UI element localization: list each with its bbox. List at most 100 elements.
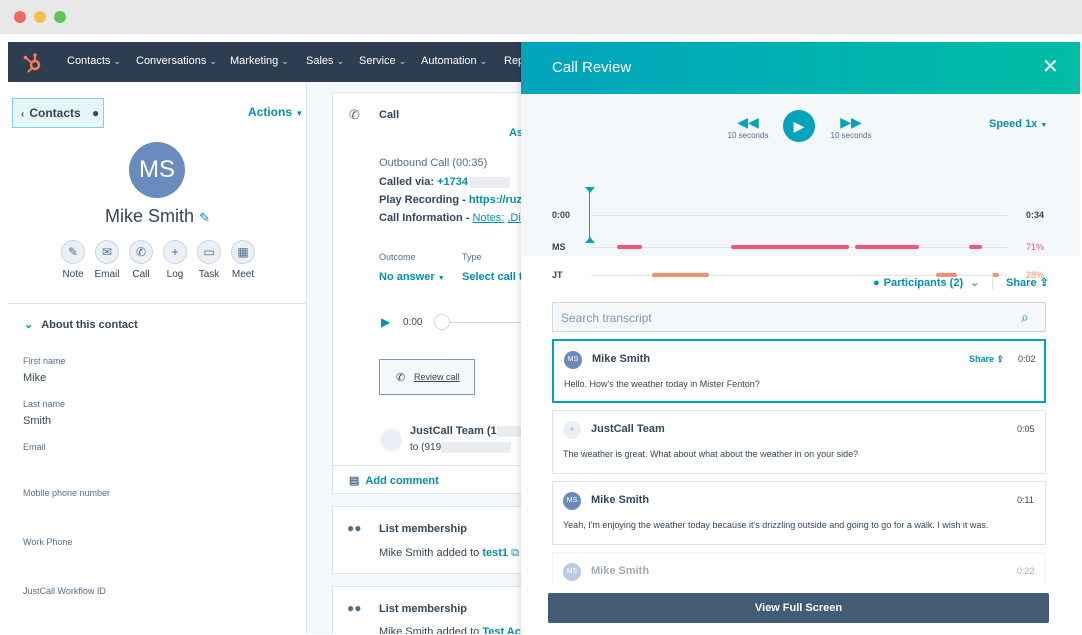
email-icon: ✉ — [95, 240, 119, 264]
skip-forward-button[interactable]: ▶▶ 10 seconds — [826, 114, 876, 140]
log-action[interactable]: + Log — [158, 240, 192, 280]
recording-link[interactable]: https://ruzg — [469, 194, 529, 206]
chevron-left-icon: ‹ — [21, 109, 25, 120]
share-icon: ⇪ — [1039, 277, 1049, 289]
avatar: MS — [564, 351, 582, 369]
entry-timestamp[interactable]: 0:11 — [1017, 495, 1034, 505]
close-window-button[interactable] — [14, 11, 26, 23]
meet-action[interactable]: ▦ Meet — [226, 240, 260, 280]
share-entry-button[interactable]: Share ⇪ — [969, 354, 1004, 365]
avatar: ● — [563, 421, 581, 439]
chevron-down-icon: ⌄ — [113, 56, 121, 66]
review-call-label: Review call — [414, 372, 460, 382]
view-full-screen-button[interactable]: View Full Screen — [548, 593, 1049, 623]
nav-sales[interactable]: Sales ⌄ — [306, 55, 344, 67]
minimize-window-button[interactable] — [34, 11, 46, 23]
task-icon: ▭ — [197, 240, 221, 264]
speaker-track-label: JT — [552, 270, 563, 280]
transcript-entry[interactable]: ● JustCall Team 0:05 The weather is grea… — [552, 410, 1046, 474]
task-action[interactable]: ▭ Task — [192, 240, 226, 280]
speech-segment[interactable] — [617, 245, 642, 249]
speech-segment[interactable] — [969, 245, 982, 249]
external-link-icon[interactable]: ⧉ — [511, 547, 519, 559]
field-value-first-name[interactable]: Mike — [23, 372, 46, 384]
transcript-entry[interactable]: MS Mike Smith Share ⇪ 0:02 Hello. How's … — [552, 339, 1046, 403]
entry-text: Yeah, I'm enjoying the weather today bec… — [563, 520, 989, 530]
call-review-header: Call Review ✕ — [521, 42, 1080, 94]
transcript-entry[interactable]: MS Mike Smith 0:11 Yeah, I'm enjoying th… — [552, 481, 1046, 545]
call-title: Call — [379, 109, 400, 121]
entry-timestamp[interactable]: 0:05 — [1017, 424, 1035, 434]
caller-team: JustCall Team (1 — [410, 425, 537, 437]
speaker-name: Mike Smith — [591, 565, 650, 577]
nav-service[interactable]: Service ⌄ — [359, 55, 406, 67]
speech-segment[interactable] — [652, 273, 709, 277]
play-icon[interactable]: ▶ — [381, 315, 390, 329]
top-nav: Contacts ⌄ Conversations ⌄ Marketing ⌄ Sale… — [8, 42, 528, 82]
caret-down-icon: ▼ — [437, 275, 445, 282]
participants-dropdown[interactable]: ● Participants (2) ⌄ — [873, 276, 979, 289]
skip-back-button[interactable]: ◀◀ 10 seconds — [723, 114, 773, 140]
close-icon[interactable]: ✕ — [1042, 54, 1059, 79]
play-recording-row: Play Recording - https://ruzg — [379, 194, 529, 206]
actions-dropdown[interactable]: Actions ▼ — [248, 105, 303, 119]
nav-automation[interactable]: Automation ⌄ — [421, 55, 487, 67]
back-to-contacts-button[interactable]: ‹ Contacts ● — [12, 98, 104, 128]
speed-dropdown[interactable]: Speed 1x ▼ — [989, 118, 1047, 130]
call-review-panel: Call Review ✕ ◀◀ 10 seconds ▶ ▶▶ 10 seco… — [521, 42, 1080, 634]
nav-contacts[interactable]: Contacts ⌄ — [67, 55, 121, 67]
review-call-button[interactable]: ✆ Review call — [379, 359, 475, 395]
list-link[interactable]: test1 — [482, 547, 508, 559]
divider — [8, 303, 307, 304]
entry-timestamp[interactable]: 0:22 — [1017, 566, 1035, 576]
phone-review-icon: ✆ — [396, 372, 406, 384]
phone-icon: ✆ — [129, 240, 153, 264]
audio-scrubber-handle[interactable] — [434, 314, 450, 330]
avatar: MS — [129, 142, 185, 198]
note-action[interactable]: ✎ Note — [56, 240, 90, 280]
window-titlebar — [0, 0, 1082, 34]
share-button[interactable]: Share ⇪ — [1006, 276, 1049, 289]
chevron-down-icon: ⌄ — [398, 56, 407, 66]
type-dropdown[interactable]: Select call ty — [462, 271, 529, 283]
hubspot-logo-icon[interactable] — [22, 52, 44, 74]
entry-text: The weather is great. What about what ab… — [563, 449, 859, 459]
pencil-icon[interactable]: ✎ — [199, 210, 210, 225]
add-comment-button[interactable]: ▤ Add comment — [349, 474, 439, 487]
caller-target: to (919 — [410, 442, 512, 453]
call-action[interactable]: ✆ Call — [124, 240, 158, 280]
chevron-down-icon: ⌄ — [336, 56, 345, 66]
nav-marketing[interactable]: Marketing ⌄ — [230, 55, 289, 67]
audio-player: ◀◀ 10 seconds ▶ ▶▶ 10 seconds Speed 1x ▼… — [521, 94, 1080, 280]
speaker-name: JustCall Team — [591, 423, 665, 435]
speaker-track-label: MS — [552, 242, 566, 252]
speaker-name: Mike Smith — [592, 353, 651, 365]
playhead[interactable] — [589, 189, 590, 241]
outcome-label: Outcome — [379, 252, 416, 262]
field-label-work-phone: Work Phone — [23, 537, 73, 547]
play-button[interactable]: ▶ — [783, 110, 815, 142]
speech-segment[interactable] — [855, 245, 919, 249]
field-label-email: Email — [23, 442, 46, 452]
notes-link[interactable]: Notes: — [473, 212, 505, 224]
entry-timestamp[interactable]: 0:02 — [1018, 354, 1036, 364]
calendar-icon: ▦ — [231, 240, 255, 264]
outcome-dropdown[interactable]: No answer ▼ — [379, 271, 445, 283]
speaker-talk-percent: 71% — [1026, 242, 1045, 252]
speech-segment[interactable] — [731, 245, 849, 249]
list-link[interactable]: Test Ac — [482, 626, 521, 634]
list-membership-card: ●● List membership Mike Smith added to T… — [332, 586, 532, 634]
speaker-name: Mike Smith — [591, 494, 650, 506]
caret-down-icon: ▼ — [1040, 122, 1048, 129]
nav-conversations[interactable]: Conversations ⌄ — [136, 55, 217, 67]
speech-segment[interactable] — [992, 273, 999, 277]
maximize-window-button[interactable] — [54, 11, 66, 23]
search-icon[interactable]: ⌕ — [1021, 309, 1029, 326]
search-transcript-input[interactable]: Search transcript ⌕ — [552, 302, 1046, 332]
people-icon: ●● — [347, 601, 362, 615]
plus-icon: + — [163, 240, 187, 264]
email-action[interactable]: ✉ Email — [90, 240, 124, 280]
timeline-track[interactable] — [591, 215, 1007, 216]
about-section-toggle[interactable]: ⌄ About this contact — [24, 318, 138, 331]
field-value-last-name[interactable]: Smith — [23, 415, 51, 427]
